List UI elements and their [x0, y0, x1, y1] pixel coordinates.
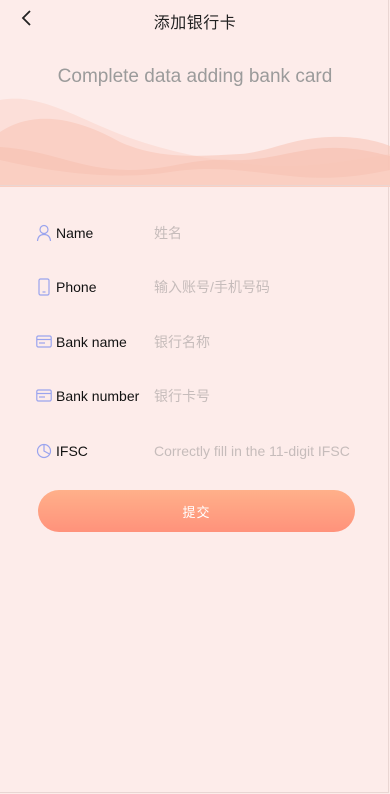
ifsc-label: IFSC — [56, 443, 88, 459]
ifsc-row: IFSC — [36, 437, 366, 465]
phone-icon — [36, 278, 52, 296]
name-input[interactable] — [154, 225, 354, 241]
name-row: Name — [36, 219, 366, 247]
pie-chart-icon — [36, 442, 52, 460]
bank-number-label: Bank number — [56, 388, 140, 404]
bank-number-input[interactable] — [154, 388, 354, 404]
bank-name-label: Bank name — [56, 334, 127, 350]
bank-name-input[interactable] — [154, 334, 354, 350]
name-label: Name — [56, 225, 94, 241]
hero-subtitle: Complete data adding bank card — [57, 66, 333, 87]
page-title: 添加银行卡 — [153, 13, 237, 32]
back-button[interactable] — [16, 9, 38, 31]
bank-number-row: Bank number — [36, 382, 366, 410]
phone-input[interactable] — [154, 279, 354, 295]
hero-banner: Complete data adding bank card — [0, 42, 390, 187]
chevron-left-icon — [21, 10, 33, 30]
bank-name-row: Bank name — [36, 328, 366, 356]
divider — [0, 185, 390, 186]
wave-decoration — [0, 98, 390, 187]
phone-row: Phone — [36, 273, 366, 301]
submit-button[interactable]: 提交 — [38, 490, 355, 532]
ifsc-input[interactable] — [154, 443, 364, 459]
card-icon — [36, 333, 52, 351]
top-bar: 添加银行卡 — [0, 0, 390, 42]
card-icon — [36, 387, 52, 405]
user-icon — [36, 224, 52, 242]
phone-label: Phone — [56, 279, 97, 295]
